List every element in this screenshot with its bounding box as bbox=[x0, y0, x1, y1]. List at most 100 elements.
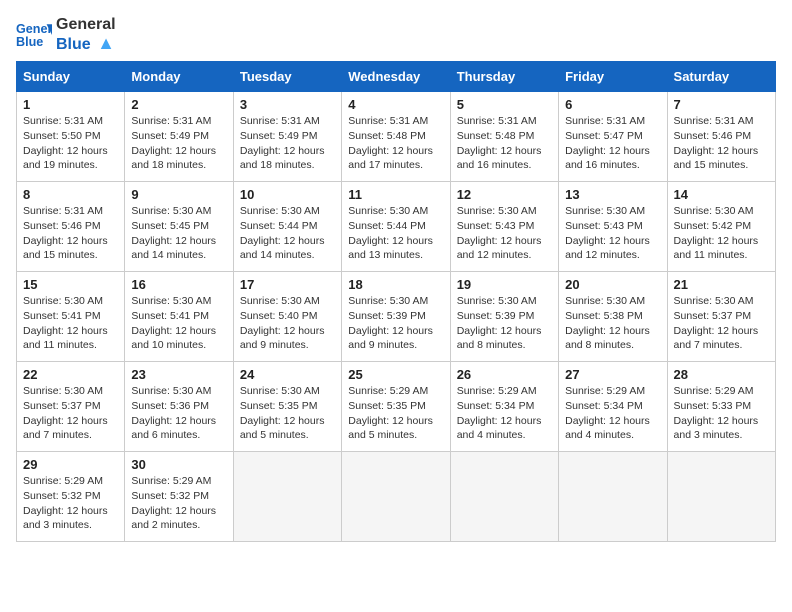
day-info: Sunrise: 5:30 AM Sunset: 5:37 PM Dayligh… bbox=[23, 384, 118, 443]
calendar-week-5: 29 Sunrise: 5:29 AM Sunset: 5:32 PM Dayl… bbox=[17, 452, 776, 542]
day-info: Sunrise: 5:31 AM Sunset: 5:50 PM Dayligh… bbox=[23, 114, 118, 173]
day-number: 18 bbox=[348, 277, 443, 292]
day-info: Sunrise: 5:30 AM Sunset: 5:44 PM Dayligh… bbox=[348, 204, 443, 263]
calendar-week-3: 15 Sunrise: 5:30 AM Sunset: 5:41 PM Dayl… bbox=[17, 272, 776, 362]
day-number: 13 bbox=[565, 187, 660, 202]
day-cell-26: 26 Sunrise: 5:29 AM Sunset: 5:34 PM Dayl… bbox=[450, 362, 558, 452]
day-number: 1 bbox=[23, 97, 118, 112]
day-info: Sunrise: 5:30 AM Sunset: 5:43 PM Dayligh… bbox=[565, 204, 660, 263]
day-info: Sunrise: 5:29 AM Sunset: 5:34 PM Dayligh… bbox=[457, 384, 552, 443]
day-number: 24 bbox=[240, 367, 335, 382]
day-number: 23 bbox=[131, 367, 226, 382]
day-cell-23: 23 Sunrise: 5:30 AM Sunset: 5:36 PM Dayl… bbox=[125, 362, 233, 452]
day-number: 6 bbox=[565, 97, 660, 112]
day-cell-10: 10 Sunrise: 5:30 AM Sunset: 5:44 PM Dayl… bbox=[233, 182, 341, 272]
day-info: Sunrise: 5:30 AM Sunset: 5:44 PM Dayligh… bbox=[240, 204, 335, 263]
empty-cell bbox=[667, 452, 775, 542]
day-cell-14: 14 Sunrise: 5:30 AM Sunset: 5:42 PM Dayl… bbox=[667, 182, 775, 272]
day-info: Sunrise: 5:30 AM Sunset: 5:37 PM Dayligh… bbox=[674, 294, 769, 353]
calendar-table: SundayMondayTuesdayWednesdayThursdayFrid… bbox=[16, 61, 776, 542]
day-cell-16: 16 Sunrise: 5:30 AM Sunset: 5:41 PM Dayl… bbox=[125, 272, 233, 362]
day-info: Sunrise: 5:31 AM Sunset: 5:46 PM Dayligh… bbox=[23, 204, 118, 263]
day-number: 27 bbox=[565, 367, 660, 382]
calendar-body: 1 Sunrise: 5:31 AM Sunset: 5:50 PM Dayli… bbox=[17, 92, 776, 542]
day-number: 25 bbox=[348, 367, 443, 382]
day-cell-9: 9 Sunrise: 5:30 AM Sunset: 5:45 PM Dayli… bbox=[125, 182, 233, 272]
weekday-sunday: Sunday bbox=[17, 62, 125, 92]
day-number: 4 bbox=[348, 97, 443, 112]
day-number: 28 bbox=[674, 367, 769, 382]
day-cell-12: 12 Sunrise: 5:30 AM Sunset: 5:43 PM Dayl… bbox=[450, 182, 558, 272]
day-cell-22: 22 Sunrise: 5:30 AM Sunset: 5:37 PM Dayl… bbox=[17, 362, 125, 452]
day-cell-28: 28 Sunrise: 5:29 AM Sunset: 5:33 PM Dayl… bbox=[667, 362, 775, 452]
day-cell-8: 8 Sunrise: 5:31 AM Sunset: 5:46 PM Dayli… bbox=[17, 182, 125, 272]
day-cell-6: 6 Sunrise: 5:31 AM Sunset: 5:47 PM Dayli… bbox=[559, 92, 667, 182]
day-number: 19 bbox=[457, 277, 552, 292]
day-cell-24: 24 Sunrise: 5:30 AM Sunset: 5:35 PM Dayl… bbox=[233, 362, 341, 452]
day-number: 17 bbox=[240, 277, 335, 292]
weekday-tuesday: Tuesday bbox=[233, 62, 341, 92]
day-number: 29 bbox=[23, 457, 118, 472]
day-number: 5 bbox=[457, 97, 552, 112]
day-number: 20 bbox=[565, 277, 660, 292]
day-number: 10 bbox=[240, 187, 335, 202]
empty-cell bbox=[233, 452, 341, 542]
day-cell-20: 20 Sunrise: 5:30 AM Sunset: 5:38 PM Dayl… bbox=[559, 272, 667, 362]
empty-cell bbox=[450, 452, 558, 542]
empty-cell bbox=[559, 452, 667, 542]
day-number: 12 bbox=[457, 187, 552, 202]
day-cell-13: 13 Sunrise: 5:30 AM Sunset: 5:43 PM Dayl… bbox=[559, 182, 667, 272]
day-cell-4: 4 Sunrise: 5:31 AM Sunset: 5:48 PM Dayli… bbox=[342, 92, 450, 182]
day-number: 11 bbox=[348, 187, 443, 202]
calendar-week-2: 8 Sunrise: 5:31 AM Sunset: 5:46 PM Dayli… bbox=[17, 182, 776, 272]
day-number: 16 bbox=[131, 277, 226, 292]
weekday-saturday: Saturday bbox=[667, 62, 775, 92]
weekday-header-row: SundayMondayTuesdayWednesdayThursdayFrid… bbox=[17, 62, 776, 92]
day-info: Sunrise: 5:31 AM Sunset: 5:48 PM Dayligh… bbox=[348, 114, 443, 173]
day-cell-3: 3 Sunrise: 5:31 AM Sunset: 5:49 PM Dayli… bbox=[233, 92, 341, 182]
logo: General Blue General Blue ▲ bbox=[16, 16, 116, 53]
day-info: Sunrise: 5:30 AM Sunset: 5:39 PM Dayligh… bbox=[457, 294, 552, 353]
day-info: Sunrise: 5:31 AM Sunset: 5:48 PM Dayligh… bbox=[457, 114, 552, 173]
day-info: Sunrise: 5:29 AM Sunset: 5:32 PM Dayligh… bbox=[23, 474, 118, 533]
day-cell-15: 15 Sunrise: 5:30 AM Sunset: 5:41 PM Dayl… bbox=[17, 272, 125, 362]
empty-cell bbox=[342, 452, 450, 542]
day-number: 15 bbox=[23, 277, 118, 292]
day-info: Sunrise: 5:29 AM Sunset: 5:35 PM Dayligh… bbox=[348, 384, 443, 443]
day-number: 21 bbox=[674, 277, 769, 292]
day-info: Sunrise: 5:29 AM Sunset: 5:33 PM Dayligh… bbox=[674, 384, 769, 443]
day-info: Sunrise: 5:30 AM Sunset: 5:36 PM Dayligh… bbox=[131, 384, 226, 443]
day-number: 7 bbox=[674, 97, 769, 112]
weekday-thursday: Thursday bbox=[450, 62, 558, 92]
day-info: Sunrise: 5:31 AM Sunset: 5:49 PM Dayligh… bbox=[131, 114, 226, 173]
calendar-week-1: 1 Sunrise: 5:31 AM Sunset: 5:50 PM Dayli… bbox=[17, 92, 776, 182]
day-info: Sunrise: 5:30 AM Sunset: 5:42 PM Dayligh… bbox=[674, 204, 769, 263]
day-cell-18: 18 Sunrise: 5:30 AM Sunset: 5:39 PM Dayl… bbox=[342, 272, 450, 362]
page-header: General Blue General Blue ▲ bbox=[16, 16, 776, 53]
day-number: 26 bbox=[457, 367, 552, 382]
day-info: Sunrise: 5:31 AM Sunset: 5:47 PM Dayligh… bbox=[565, 114, 660, 173]
day-number: 30 bbox=[131, 457, 226, 472]
day-cell-30: 30 Sunrise: 5:29 AM Sunset: 5:32 PM Dayl… bbox=[125, 452, 233, 542]
day-number: 9 bbox=[131, 187, 226, 202]
day-cell-25: 25 Sunrise: 5:29 AM Sunset: 5:35 PM Dayl… bbox=[342, 362, 450, 452]
day-number: 2 bbox=[131, 97, 226, 112]
calendar-week-4: 22 Sunrise: 5:30 AM Sunset: 5:37 PM Dayl… bbox=[17, 362, 776, 452]
day-info: Sunrise: 5:31 AM Sunset: 5:49 PM Dayligh… bbox=[240, 114, 335, 173]
day-cell-27: 27 Sunrise: 5:29 AM Sunset: 5:34 PM Dayl… bbox=[559, 362, 667, 452]
weekday-wednesday: Wednesday bbox=[342, 62, 450, 92]
day-number: 3 bbox=[240, 97, 335, 112]
weekday-monday: Monday bbox=[125, 62, 233, 92]
day-info: Sunrise: 5:30 AM Sunset: 5:43 PM Dayligh… bbox=[457, 204, 552, 263]
day-number: 14 bbox=[674, 187, 769, 202]
day-info: Sunrise: 5:30 AM Sunset: 5:41 PM Dayligh… bbox=[131, 294, 226, 353]
day-info: Sunrise: 5:30 AM Sunset: 5:41 PM Dayligh… bbox=[23, 294, 118, 353]
day-cell-5: 5 Sunrise: 5:31 AM Sunset: 5:48 PM Dayli… bbox=[450, 92, 558, 182]
logo-icon: General Blue bbox=[16, 17, 52, 53]
day-cell-1: 1 Sunrise: 5:31 AM Sunset: 5:50 PM Dayli… bbox=[17, 92, 125, 182]
svg-text:Blue: Blue bbox=[16, 34, 43, 48]
day-info: Sunrise: 5:30 AM Sunset: 5:45 PM Dayligh… bbox=[131, 204, 226, 263]
day-number: 22 bbox=[23, 367, 118, 382]
day-number: 8 bbox=[23, 187, 118, 202]
day-info: Sunrise: 5:31 AM Sunset: 5:46 PM Dayligh… bbox=[674, 114, 769, 173]
